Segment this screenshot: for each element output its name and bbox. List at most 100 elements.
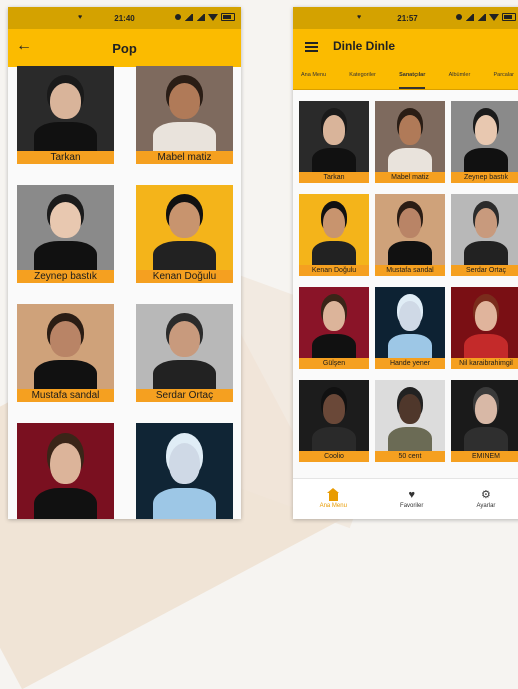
artist-card[interactable]: Mustafa sandal [17,304,114,402]
wifi-icon [489,13,499,21]
portrait-face [322,394,346,424]
artist-photo [375,101,445,177]
artist-photo [17,66,114,157]
portrait-face [322,301,346,331]
artist-photo [299,380,369,456]
portrait-face [398,115,422,145]
portrait-body [153,487,216,519]
artist-photo [375,287,445,363]
artist-photo [136,185,233,276]
right-phone-screen: 21:57 ♥ Dinle Dinle Ana Menu Kategoriler S… [293,7,518,519]
artist-card[interactable]: Kenan Doğulu [136,185,233,283]
bottom-nav-label: Favoriler [400,503,424,509]
tab-item[interactable]: Parcalar [494,63,514,89]
portrait-face [474,394,498,424]
wifi-icon [208,13,218,21]
artist-photo [136,66,233,157]
home-icon [326,487,339,501]
artist-card[interactable]: Hande yener [375,287,445,369]
artist-name: Kenan Doğulu [136,270,233,283]
portrait-face [49,321,81,357]
back-arrow-icon[interactable]: ← [16,37,32,55]
artist-name: Serdar Ortaç [451,265,518,276]
portrait-face [49,83,81,119]
portrait-face [168,442,200,484]
artist-card[interactable]: Kenan Doğulu [299,194,369,276]
artist-card[interactable]: Serdar Ortaç [136,304,233,402]
artist-photo [299,101,369,177]
heart-icon: ♥ [408,489,415,501]
portrait-face [168,83,200,119]
artist-card[interactable]: Coolio [299,380,369,462]
artist-card[interactable]: Tarkan [17,66,114,164]
signal-icon [184,13,193,21]
portrait-face [49,202,81,238]
tab-item[interactable]: Kategoriler [349,63,376,89]
artist-card[interactable]: Zeynep bastık [17,185,114,283]
signal-icon [465,13,474,21]
artist-name: Kenan Doğulu [299,265,369,276]
artist-name: Hande yener [375,358,445,369]
artist-name: Nil karaibrahimgil [451,358,518,369]
signal-icon [477,13,486,21]
bottom-navigation: Ana Menu ♥ Favoriler ⚙ Ayarlar [293,478,518,519]
artist-name: Zeynep bastık [451,172,518,183]
artist-card[interactable] [136,423,233,519]
portrait-face [398,208,422,238]
portrait-face [474,115,498,145]
notification-heart-icon: ♥ [78,14,83,21]
status-icons [456,13,516,21]
artist-photo [451,380,518,456]
artist-name: Zeynep bastık [17,270,114,283]
artist-photo [375,194,445,270]
portrait-face [398,301,422,331]
tab-item[interactable]: Sanatçılar [399,63,426,89]
app-bar: Dinle Dinle [293,29,518,63]
tab-bar: Ana Menu Kategoriler Sanatçılar Albümler Par… [293,63,518,90]
hamburger-menu-icon[interactable] [305,42,318,52]
artist-card[interactable] [17,423,114,519]
artist-card[interactable]: Nil karaibrahimgil [451,287,518,369]
bottom-nav-item[interactable]: ♥ Favoriler [400,489,423,509]
artist-card[interactable]: EMINEM [451,380,518,462]
bottom-nav-label: Ana Menu [319,502,347,509]
battery-icon [221,13,235,21]
artist-card[interactable]: Mabel matiz [375,101,445,183]
artist-card[interactable]: Zeynep bastık [451,101,518,183]
artist-photo [299,194,369,270]
portrait-face [168,202,200,238]
bottom-nav-label: Ayarlar [476,503,496,509]
artist-card[interactable]: Gülşen [299,287,369,369]
tab-item[interactable]: Ana Menu [301,63,326,89]
artist-photo [136,423,233,519]
left-phone-screen: 21:40 ♥ ← Pop Tarkan Mabel matiz Zeynep ba… [8,7,241,519]
artist-photo [299,287,369,363]
artist-name: Tarkan [17,151,114,164]
bottom-nav-item[interactable]: ⚙ Ayarlar [477,489,496,509]
bottom-nav-item[interactable]: Ana Menu [319,487,347,509]
status-icons [175,13,235,21]
tab-item[interactable]: Albümler [449,63,471,89]
artist-photo [17,304,114,395]
artist-photo [136,304,233,395]
artist-name: EMINEM [451,451,518,462]
notification-heart-icon: ♥ [357,14,362,21]
artist-photo [451,101,518,177]
artist-photo [451,287,518,363]
app-title: Dinle Dinle [333,39,396,53]
artist-card[interactable]: Serdar Ortaç [451,194,518,276]
artist-card[interactable]: Tarkan [299,101,369,183]
artist-photo [17,423,114,519]
artist-card[interactable]: 50 cent [375,380,445,462]
artist-photo [375,380,445,456]
artist-card[interactable]: Mustafa sandal [375,194,445,276]
artist-name: 50 cent [375,451,445,462]
artist-name: Mabel matiz [375,172,445,183]
portrait-face [474,301,498,331]
artist-card[interactable]: Mabel matiz [136,66,233,164]
bluetooth-icon [175,14,181,20]
artist-photo [17,185,114,276]
status-bar: 21:40 ♥ [8,7,241,29]
artist-name: Tarkan [299,172,369,183]
artist-name: Mustafa sandal [375,265,445,276]
